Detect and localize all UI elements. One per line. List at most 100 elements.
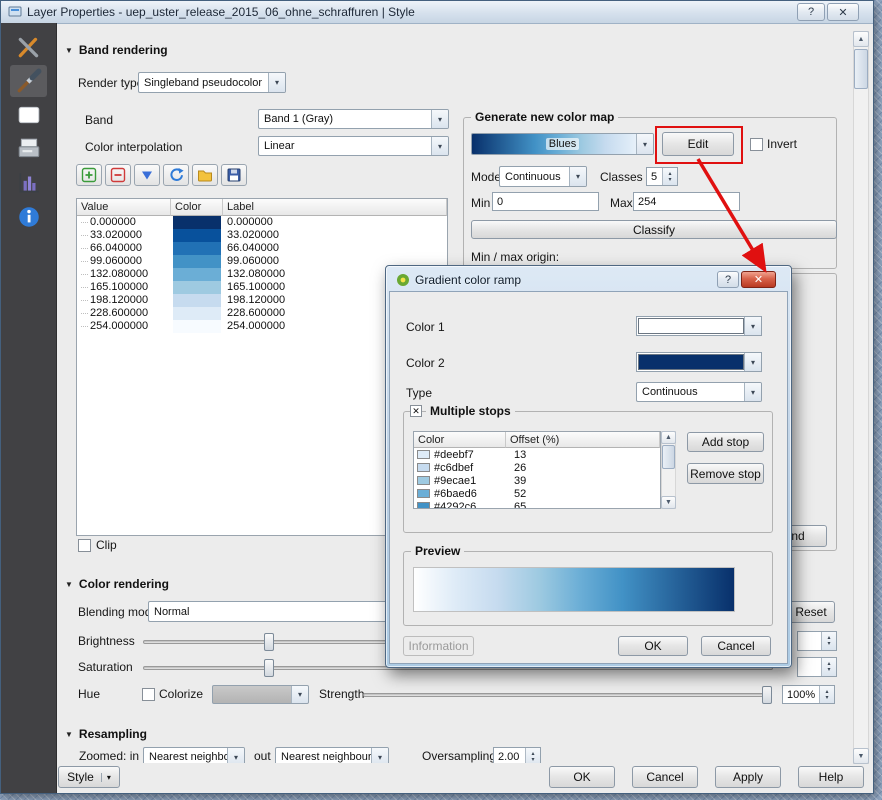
cancel-button[interactable]: Cancel (632, 766, 698, 788)
stops-scroll-thumb[interactable] (662, 445, 675, 469)
save-file-button[interactable] (221, 164, 247, 186)
color2-picker[interactable]: ▾ (636, 352, 762, 372)
chevron-down-icon: ▾ (291, 686, 308, 703)
max-input[interactable]: 254 (633, 192, 740, 211)
scroll-down-button[interactable]: ▼ (853, 748, 869, 764)
render-type-label: Render type (78, 76, 143, 90)
color-table-row[interactable]: 33.02000033.020000 (77, 229, 447, 242)
color-rendering-header[interactable]: ▼ Color rendering (65, 577, 169, 591)
dialog-close-button[interactable]: ✕ (741, 271, 776, 288)
main-scrollbar[interactable] (853, 31, 869, 764)
stops-col-color[interactable]: Color (414, 432, 506, 448)
stop-row[interactable]: #9ecae139 (414, 474, 660, 487)
stop-hex: #6baed6 (434, 488, 504, 500)
scroll-up-button[interactable]: ▲ (853, 31, 869, 47)
color-table-row[interactable]: 0.0000000.000000 (77, 216, 447, 229)
row-color-swatch (173, 242, 221, 255)
dialog-help-button[interactable]: ? (717, 271, 739, 288)
resampling-header[interactable]: ▼ Resampling (65, 727, 147, 741)
reset-button[interactable]: Reset (787, 601, 835, 623)
spinner-arrows[interactable]: ▴▾ (662, 168, 677, 185)
stops-scroll-down[interactable]: ▼ (661, 496, 676, 509)
saturation-spinner[interactable]: ▴▾ (797, 657, 837, 677)
stop-row[interactable]: #6baed652 (414, 487, 660, 500)
chevron-down-icon: ▾ (431, 110, 448, 128)
oversampling-value: 2.00 (498, 751, 519, 763)
apply-button[interactable]: Apply (715, 766, 781, 788)
titlebar[interactable]: Layer Properties - uep_uster_release_201… (1, 1, 873, 24)
sidebar-item-metadata[interactable] (10, 201, 47, 233)
window-help-button[interactable]: ? (797, 3, 825, 21)
type-combo[interactable]: Continuous ▾ (636, 382, 762, 402)
open-file-button[interactable] (192, 164, 218, 186)
classify-button[interactable]: Classify (471, 220, 837, 239)
interpolation-combo[interactable]: Linear ▾ (258, 136, 449, 156)
stop-row[interactable]: #deebf713 (414, 448, 660, 461)
max-value: 254 (638, 196, 656, 208)
stops-scroll-up[interactable]: ▲ (661, 431, 676, 444)
style-menu-button[interactable]: Style ▾ (58, 766, 120, 788)
sidebar-item-histogram[interactable] (10, 167, 47, 199)
col-header-label[interactable]: Label (223, 199, 447, 216)
information-button[interactable]: Information (403, 636, 474, 656)
mode-combo[interactable]: Continuous ▾ (499, 166, 587, 187)
hue-color-swatch[interactable]: ▾ (212, 685, 309, 704)
oversampling-spinner[interactable]: 2.00 ▴▾ (493, 747, 541, 763)
strength-slider[interactable] (363, 693, 771, 697)
help-button[interactable]: Help (798, 766, 864, 788)
spinner-arrows[interactable]: ▴▾ (525, 748, 540, 763)
screen: Layer Properties - uep_uster_release_201… (0, 0, 882, 800)
ramp-combo[interactable]: Blues ▾ (471, 133, 654, 155)
zoomed-out-combo[interactable]: Nearest neighbour ▾ (275, 747, 389, 763)
edit-ramp-button[interactable]: Edit (662, 132, 734, 156)
colorize-checkbox[interactable] (142, 688, 155, 701)
render-type-combo[interactable]: Singleband pseudocolor ▾ (138, 72, 286, 93)
sidebar-item-transparency[interactable] (10, 99, 47, 131)
remove-stop-button[interactable]: Remove stop (687, 463, 764, 484)
row-color-swatch (173, 307, 221, 320)
band-value: Band 1 (Gray) (264, 113, 333, 125)
mode-value: Continuous (505, 171, 561, 183)
sidebar-item-general[interactable] (10, 31, 47, 63)
row-value: 132.080000 (77, 268, 171, 281)
min-input[interactable]: 0 (492, 192, 599, 211)
zoomed-in-combo[interactable]: Nearest neighbour ▾ (143, 747, 245, 763)
add-stop-button[interactable]: Add stop (687, 432, 764, 452)
refresh-button[interactable] (163, 164, 189, 186)
spinner-arrows[interactable]: ▴▾ (821, 632, 836, 650)
dialog-ok-button[interactable]: OK (618, 636, 688, 656)
spinner-arrows[interactable]: ▴▾ (819, 686, 834, 703)
saturation-slider-handle[interactable] (264, 659, 274, 677)
brightness-spinner[interactable]: ▴▾ (797, 631, 837, 651)
remove-entry-button[interactable] (105, 164, 131, 186)
ok-button[interactable]: OK (549, 766, 615, 788)
spinner-arrows[interactable]: ▴▾ (821, 658, 836, 676)
strength-spinner[interactable]: 100% ▴▾ (782, 685, 835, 704)
band-combo[interactable]: Band 1 (Gray) ▾ (258, 109, 449, 129)
window-close-button[interactable]: ✕ (827, 3, 859, 21)
sort-button[interactable] (134, 164, 160, 186)
col-header-color[interactable]: Color (171, 199, 223, 216)
dialog-cancel-button[interactable]: Cancel (701, 636, 771, 656)
strength-slider-handle[interactable] (762, 686, 772, 704)
clip-checkbox[interactable] (78, 539, 91, 552)
stop-hex: #deebf7 (434, 449, 504, 461)
zoomed-in-label: Zoomed: in (79, 749, 139, 763)
sidebar-item-style[interactable] (10, 65, 47, 97)
col-header-value[interactable]: Value (77, 199, 171, 216)
color-table-row[interactable]: 66.04000066.040000 (77, 242, 447, 255)
band-rendering-header[interactable]: ▼ Band rendering (65, 43, 168, 57)
sidebar-item-pyramids[interactable] (10, 133, 47, 165)
stop-row[interactable]: #4292c665 (414, 500, 660, 509)
multiple-stops-checkbox[interactable]: ✕ (410, 405, 422, 417)
stop-row[interactable]: #c6dbef26 (414, 461, 660, 474)
scrollbar-thumb[interactable] (854, 49, 868, 89)
classes-spinner[interactable]: 5 ▴▾ (646, 167, 678, 186)
stops-col-offset[interactable]: Offset (%) (506, 432, 660, 448)
brightness-slider-handle[interactable] (264, 633, 274, 651)
add-entry-button[interactable] (76, 164, 102, 186)
invert-checkbox[interactable] (750, 138, 763, 151)
stops-table[interactable]: Color Offset (%) #deebf713#c6dbef26#9eca… (413, 431, 661, 509)
mode-label: Mode (471, 170, 501, 184)
color1-picker[interactable]: ▾ (636, 316, 762, 336)
